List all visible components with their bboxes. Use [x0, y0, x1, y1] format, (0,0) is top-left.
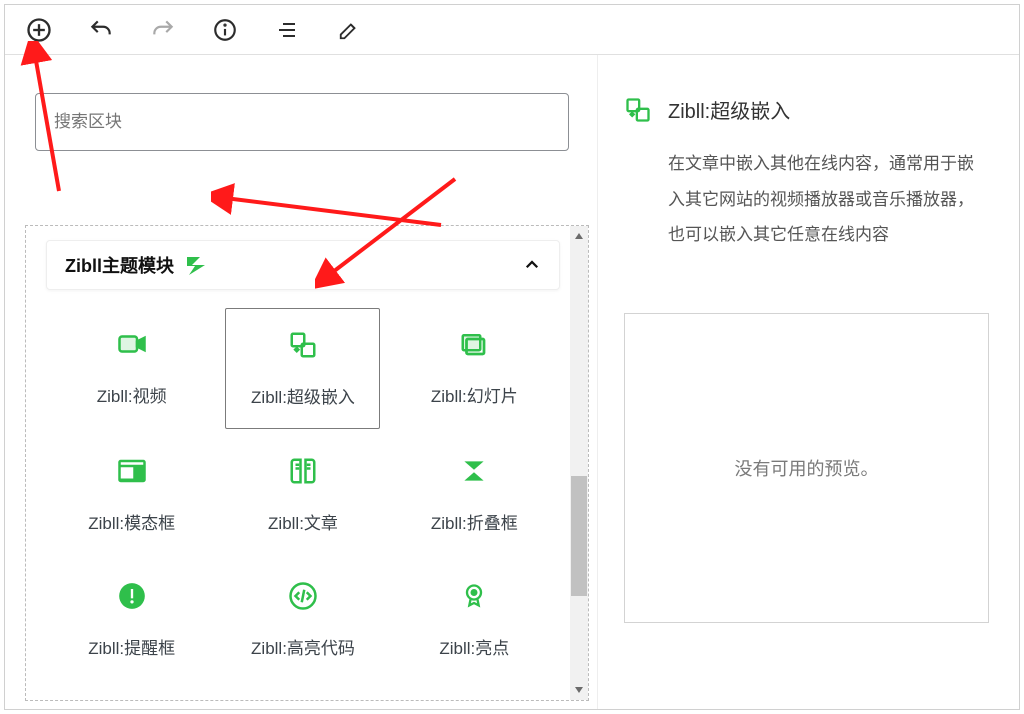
zibll-logo-icon: [184, 253, 208, 277]
editor-toolbar: [5, 5, 1019, 55]
redo-button[interactable]: [143, 10, 183, 50]
scroll-up-button[interactable]: [570, 226, 588, 246]
block-inserter-panel: Zibll主题模块 Zibll:视频Zibll:超级嵌入Zibll:幻灯片Zib…: [25, 225, 589, 701]
preview-placeholder: 没有可用的预览。: [735, 455, 879, 481]
block-detail-panel: Zibll:超级嵌入 在文章中嵌入其他在线内容，通常用于嵌入其它网站的视频播放器…: [597, 55, 1019, 709]
modal-icon: [116, 455, 148, 487]
highlight-icon: [458, 580, 490, 612]
block-item-label: Zibll:模态框: [88, 509, 175, 534]
edit-button[interactable]: [329, 10, 369, 50]
scroll-track[interactable]: [570, 246, 588, 680]
article-icon: [287, 455, 319, 487]
block-item-modal[interactable]: Zibll:模态框: [54, 447, 209, 542]
section-title: Zibll主题模块: [65, 252, 174, 278]
block-item-code[interactable]: Zibll:高亮代码: [225, 572, 380, 667]
undo-button[interactable]: [81, 10, 121, 50]
block-item-article[interactable]: Zibll:文章: [225, 447, 380, 542]
block-item-collapse[interactable]: Zibll:折叠框: [397, 447, 552, 542]
collapse-icon: [458, 455, 490, 487]
block-search[interactable]: [35, 93, 569, 151]
detail-description: 在文章中嵌入其他在线内容，通常用于嵌入其它网站的视频播放器或音乐播放器，也可以嵌…: [668, 146, 989, 253]
block-item-label: Zibll:文章: [268, 509, 338, 534]
embed-icon: [287, 329, 319, 361]
section-header-zibll[interactable]: Zibll主题模块: [46, 240, 560, 290]
block-item-label: Zibll:超级嵌入: [251, 383, 355, 408]
block-grid: Zibll:视频 Zibll:超级嵌入 Zibll:幻灯片 Zibll:模态框 Zibl…: [46, 320, 560, 700]
block-item-label: Zibll:幻灯片: [431, 382, 518, 407]
block-item-hidden[interactable]: [225, 697, 380, 700]
scroll-thumb[interactable]: [571, 476, 587, 596]
code-icon: [287, 580, 319, 612]
block-item-quote[interactable]: “: [397, 697, 552, 700]
video-icon: [116, 328, 148, 360]
block-item-highlight[interactable]: Zibll:亮点: [397, 572, 552, 667]
block-item-label: Zibll:提醒框: [88, 634, 175, 659]
block-item-video[interactable]: Zibll:视频: [54, 320, 209, 417]
slides-icon: [458, 328, 490, 360]
embed-icon: [624, 96, 652, 124]
info-button[interactable]: [205, 10, 245, 50]
block-item-label: Zibll:高亮代码: [251, 634, 355, 659]
add-block-button[interactable]: [19, 10, 59, 50]
block-search-input[interactable]: [54, 112, 550, 132]
preview-box: 没有可用的预览。: [624, 313, 989, 623]
detail-title: Zibll:超级嵌入: [668, 95, 790, 124]
chevron-up-icon: [523, 256, 541, 274]
outline-button[interactable]: [267, 10, 307, 50]
block-item-slides[interactable]: Zibll:幻灯片: [397, 320, 552, 417]
inserter-scrollbar: [570, 226, 588, 700]
block-item-label: Zibll:亮点: [439, 634, 509, 659]
block-item-label: Zibll:视频: [97, 382, 167, 407]
block-item-h1[interactable]: H1: [54, 697, 209, 700]
block-item-alert[interactable]: Zibll:提醒框: [54, 572, 209, 667]
scroll-down-button[interactable]: [570, 680, 588, 700]
block-item-label: Zibll:折叠框: [431, 509, 518, 534]
alert-icon: [116, 580, 148, 612]
block-item-embed[interactable]: Zibll:超级嵌入: [225, 308, 380, 429]
